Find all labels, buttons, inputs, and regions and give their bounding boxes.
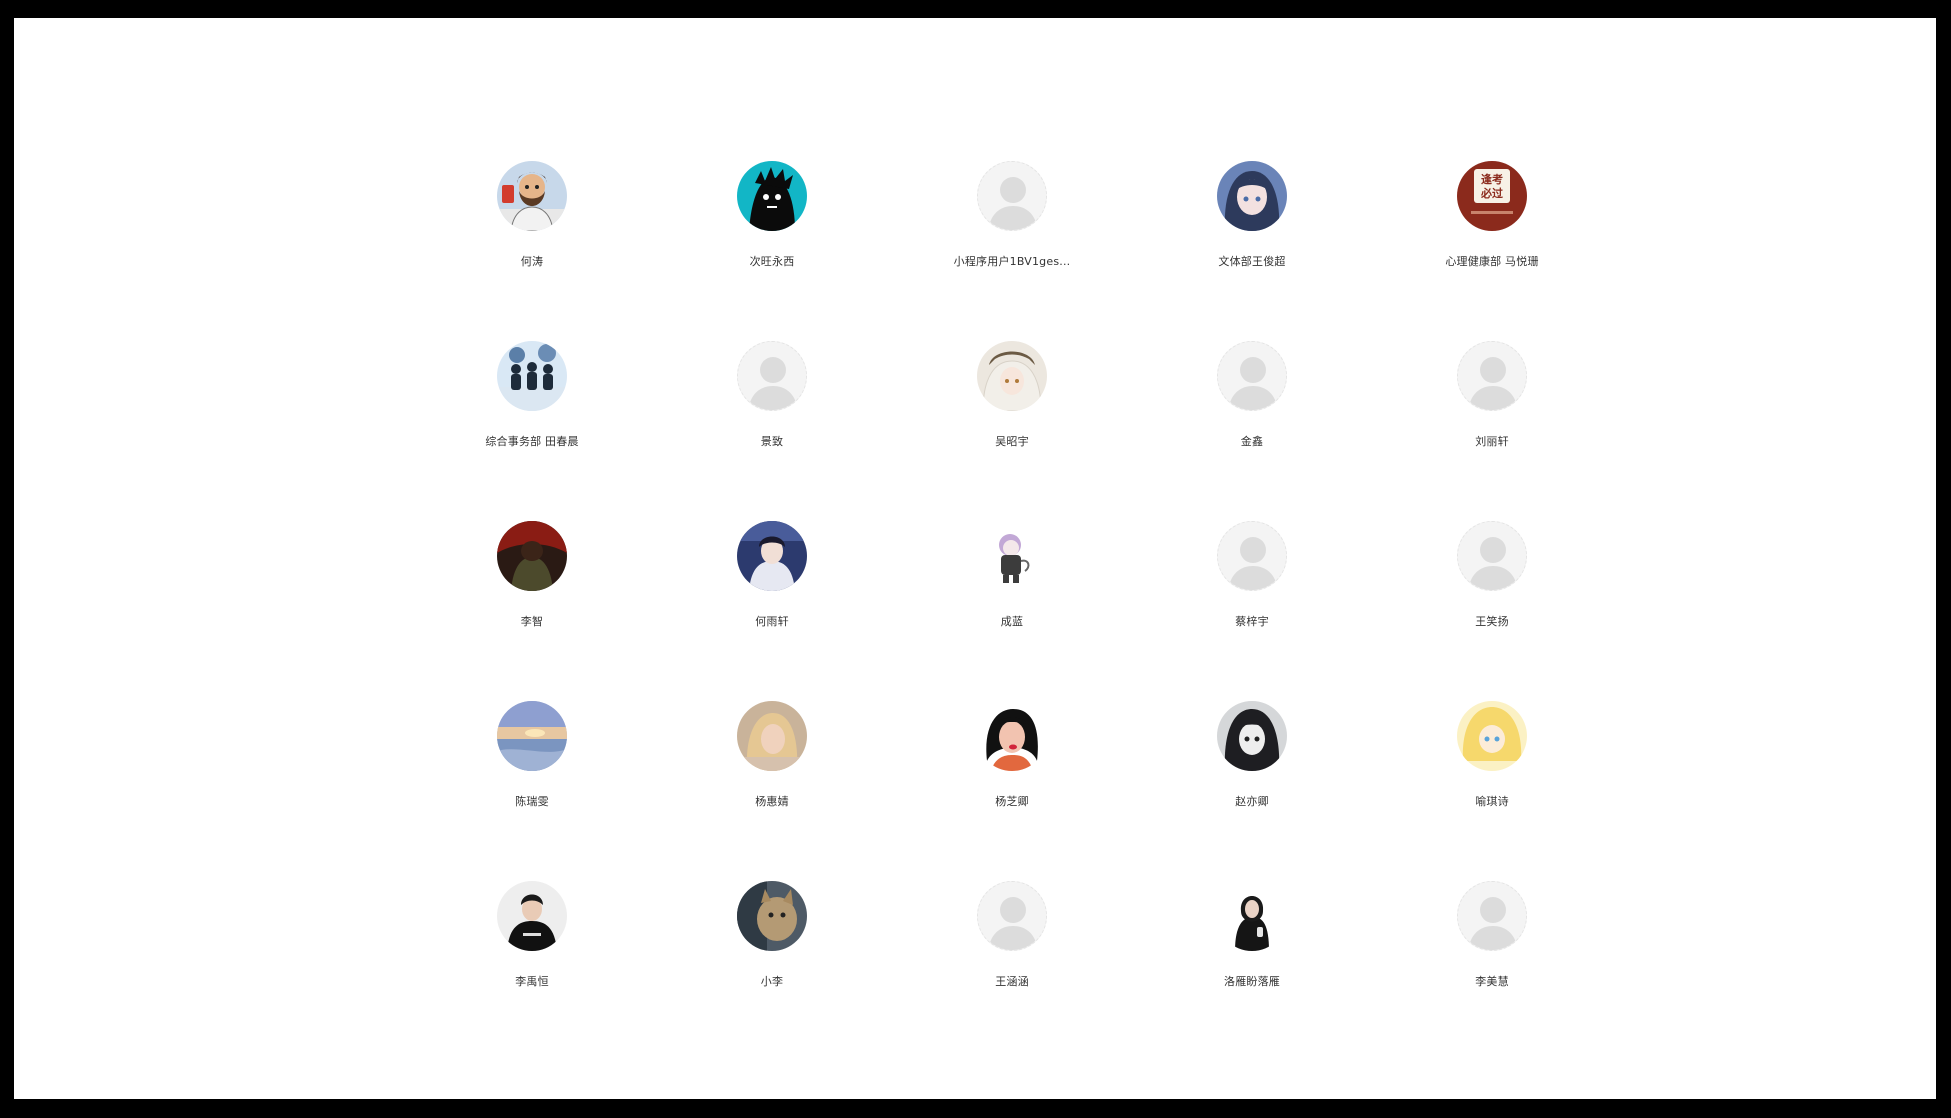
avatar-yellow-anime-icon[interactable]	[1457, 701, 1527, 771]
member-item[interactable]: 杨芝卿	[892, 701, 1132, 881]
member-name[interactable]: 次旺永西	[750, 255, 795, 269]
member-item[interactable]: 吴昭宇	[892, 341, 1132, 521]
default-avatar-icon[interactable]	[1217, 521, 1287, 591]
member-name[interactable]: 金鑫	[1241, 435, 1263, 449]
avatar-manga-girl-icon[interactable]	[1217, 701, 1287, 771]
member-item[interactable]: 赵亦卿	[1132, 701, 1372, 881]
member-name[interactable]: 小程序用户1BV1ges...	[954, 255, 1071, 269]
member-item[interactable]: 李禹恒	[412, 881, 652, 1061]
default-avatar-icon[interactable]	[1217, 341, 1287, 411]
default-avatar-icon[interactable]	[1457, 521, 1527, 591]
member-name[interactable]: 小李	[761, 975, 783, 989]
member-name[interactable]: 综合事务部 田春晨	[485, 435, 578, 449]
member-name[interactable]: 景致	[761, 435, 783, 449]
member-item[interactable]: 王涵涵	[892, 881, 1132, 1061]
member-item[interactable]: 景致	[652, 341, 892, 521]
member-list-panel: 何涛 次旺永西 小程序用户1BV1ges... 文体部王俊超 逢考 必过 心理健…	[14, 18, 1936, 1099]
member-item[interactable]: 成蓝	[892, 521, 1132, 701]
default-avatar-icon[interactable]	[737, 341, 807, 411]
member-item[interactable]: 喻琪诗	[1372, 701, 1612, 881]
member-name[interactable]: 心理健康部 马悦珊	[1445, 255, 1538, 269]
default-avatar-icon[interactable]	[1457, 881, 1527, 951]
avatar-group-figures-icon[interactable]	[497, 341, 567, 411]
member-name[interactable]: 李美慧	[1475, 975, 1509, 989]
member-name[interactable]: 吴昭宇	[995, 435, 1029, 449]
member-name[interactable]: 陈瑞雯	[515, 795, 549, 809]
avatar-bearded-man-icon[interactable]	[497, 161, 567, 231]
member-item[interactable]: 蔡梓宇	[1132, 521, 1372, 701]
default-avatar-icon[interactable]	[977, 161, 1047, 231]
member-name[interactable]: 蔡梓宇	[1235, 615, 1269, 629]
member-name[interactable]: 成蓝	[1001, 615, 1023, 629]
member-name[interactable]: 赵亦卿	[1235, 795, 1269, 809]
member-item[interactable]: 何雨轩	[652, 521, 892, 701]
member-name[interactable]: 杨芝卿	[995, 795, 1029, 809]
member-item[interactable]: 李美慧	[1372, 881, 1612, 1061]
avatar-dark-red-figure-icon[interactable]	[497, 521, 567, 591]
member-item[interactable]: 综合事务部 田春晨	[412, 341, 652, 521]
avatar-chibi-character-icon[interactable]	[977, 521, 1047, 591]
member-item[interactable]: 陈瑞雯	[412, 701, 652, 881]
member-name[interactable]: 文体部王俊超	[1218, 255, 1285, 269]
member-name[interactable]: 王笑扬	[1475, 615, 1509, 629]
member-item[interactable]: 小李	[652, 881, 892, 1061]
member-item[interactable]: 小程序用户1BV1ges...	[892, 161, 1132, 341]
avatar-blonde-portrait-icon[interactable]	[737, 701, 807, 771]
avatar-anime-girl-icon[interactable]	[1217, 161, 1287, 231]
avatar-exam-pass-badge-icon[interactable]: 逢考 必过	[1457, 161, 1527, 231]
member-name[interactable]: 刘丽轩	[1475, 435, 1509, 449]
member-item[interactable]: 王笑扬	[1372, 521, 1612, 701]
avatar-badge-text: 逢考	[1481, 172, 1503, 186]
avatar-cat-photo-icon[interactable]	[737, 881, 807, 951]
member-item[interactable]: 刘丽轩	[1372, 341, 1612, 521]
member-item[interactable]: 杨惠婧	[652, 701, 892, 881]
avatar-young-man-black-icon[interactable]	[497, 881, 567, 951]
avatar-anime-white-hair-icon[interactable]	[977, 341, 1047, 411]
avatar-woman-dark-outfit-icon[interactable]	[1217, 881, 1287, 951]
default-avatar-icon[interactable]	[977, 881, 1047, 951]
member-name[interactable]: 洛雁盼落雁	[1224, 975, 1280, 989]
avatar-cartoon-monster-icon[interactable]	[737, 161, 807, 231]
member-item[interactable]: 洛雁盼落雁	[1132, 881, 1372, 1061]
member-name[interactable]: 杨惠婧	[755, 795, 789, 809]
member-item[interactable]: 金鑫	[1132, 341, 1372, 521]
member-item[interactable]: 李智	[412, 521, 652, 701]
member-name[interactable]: 何雨轩	[755, 615, 789, 629]
member-grid: 何涛 次旺永西 小程序用户1BV1ges... 文体部王俊超 逢考 必过 心理健…	[412, 161, 1615, 1061]
default-avatar-icon[interactable]	[1457, 341, 1527, 411]
member-name[interactable]: 李禹恒	[515, 975, 549, 989]
member-item[interactable]: 文体部王俊超	[1132, 161, 1372, 341]
member-name[interactable]: 喻琪诗	[1475, 795, 1509, 809]
avatar-comic-woman-icon[interactable]	[977, 701, 1047, 771]
avatar-badge-text: 必过	[1480, 186, 1503, 200]
member-name[interactable]: 王涵涵	[995, 975, 1029, 989]
avatar-sunset-sea-icon[interactable]	[497, 701, 567, 771]
member-name[interactable]: 何涛	[521, 255, 543, 269]
member-item[interactable]: 次旺永西	[652, 161, 892, 341]
member-name[interactable]: 李智	[521, 615, 543, 629]
avatar-anime-boy-icon[interactable]	[737, 521, 807, 591]
member-item[interactable]: 逢考 必过 心理健康部 马悦珊	[1372, 161, 1612, 341]
member-item[interactable]: 何涛	[412, 161, 652, 341]
